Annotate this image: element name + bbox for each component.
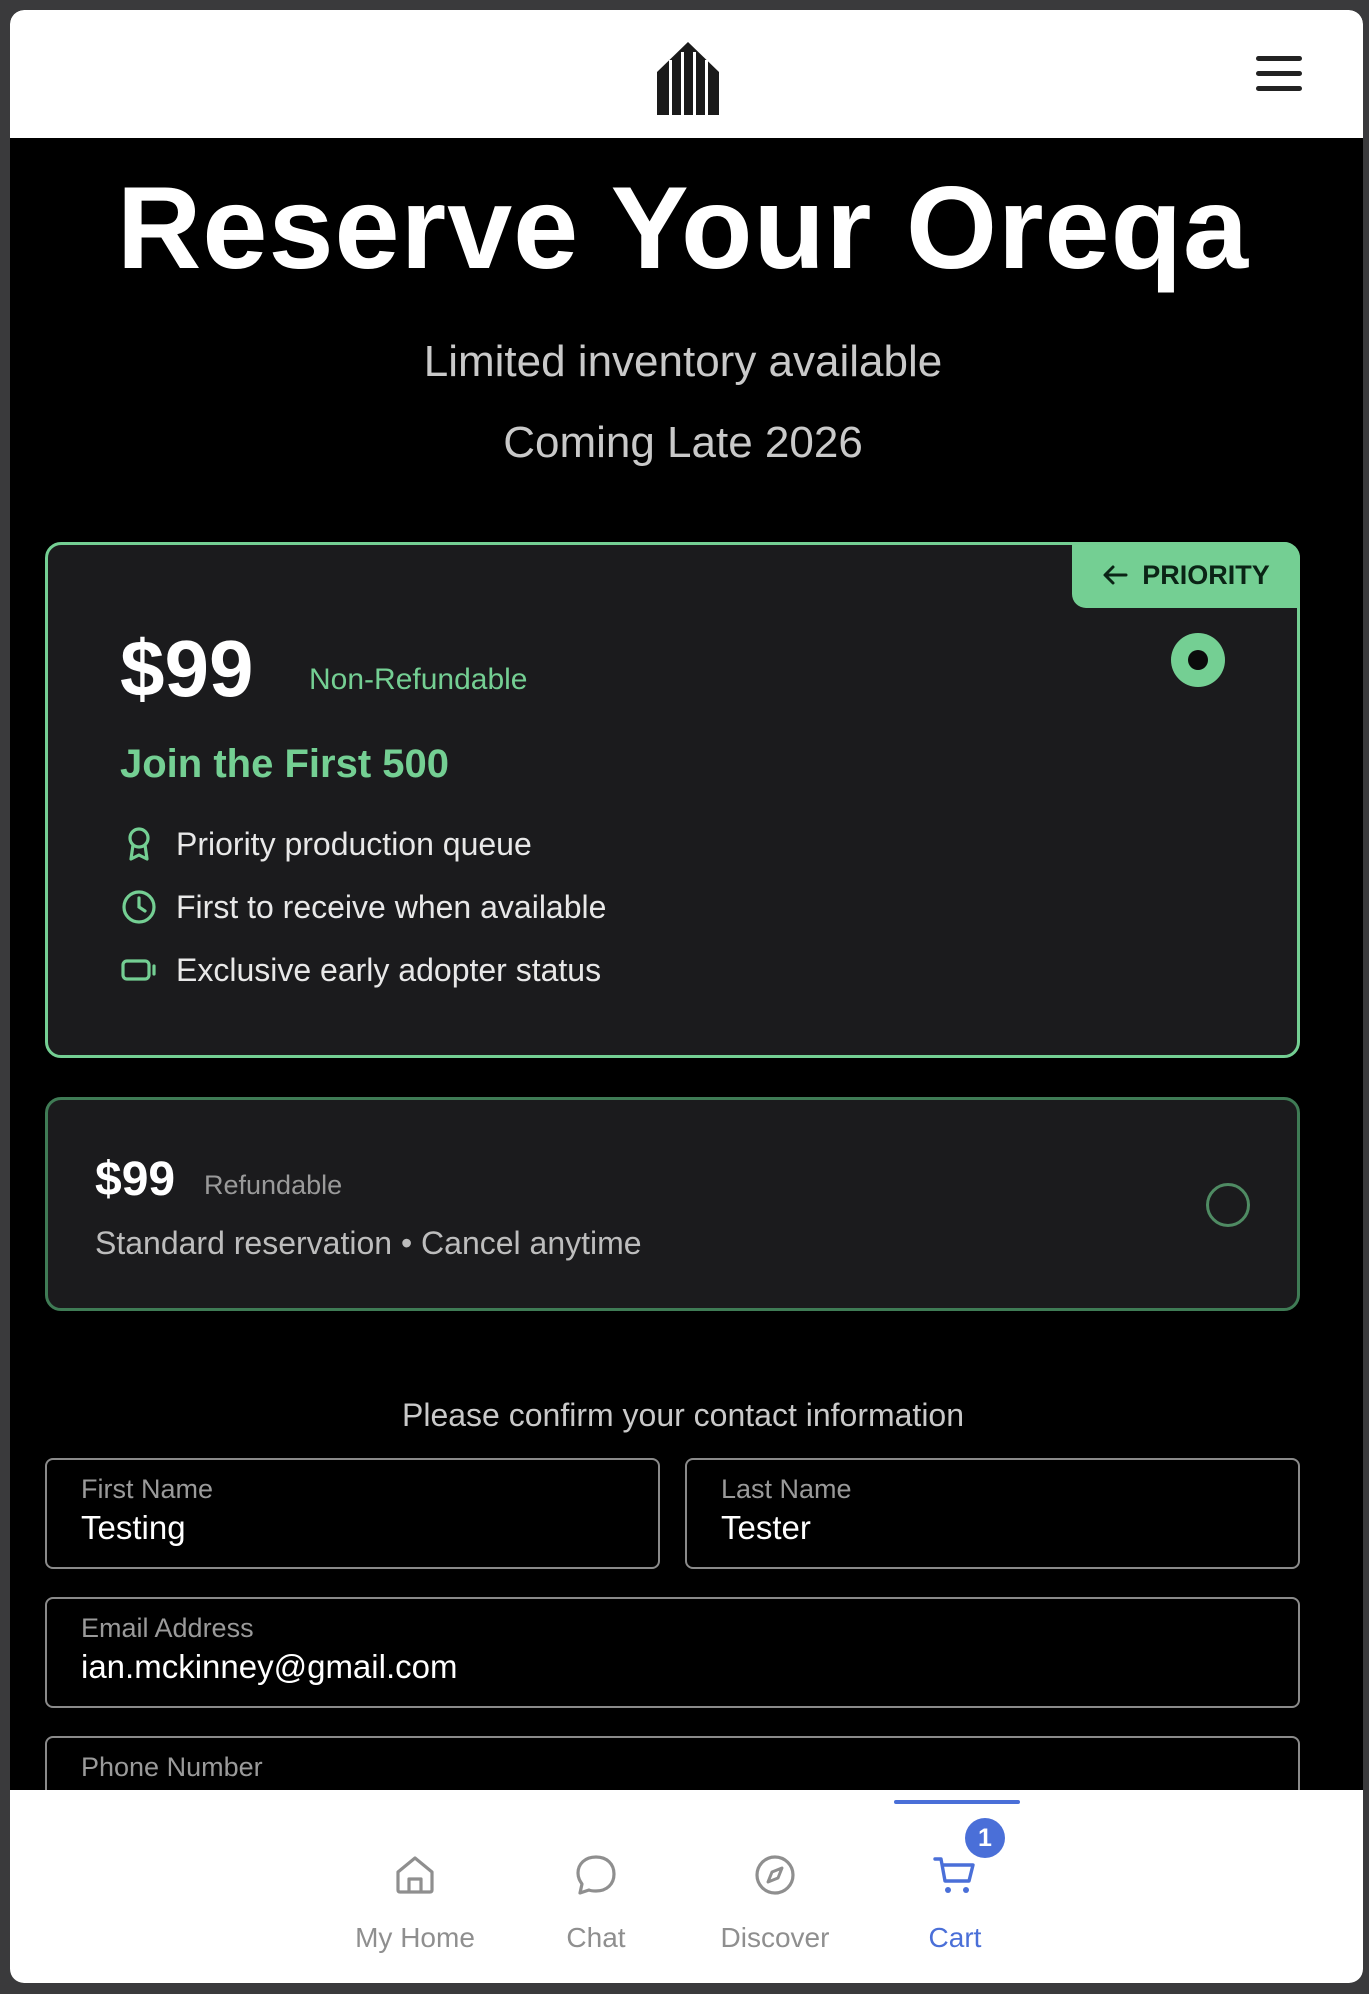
nav-item-cart[interactable]: Cart bbox=[880, 1790, 1030, 1983]
standard-radio-unselected[interactable] bbox=[1206, 1183, 1250, 1227]
house-logo-icon[interactable] bbox=[655, 40, 721, 115]
last-name-field[interactable]: Last Name bbox=[685, 1458, 1300, 1569]
feature-item: Exclusive early adopter status bbox=[120, 951, 601, 989]
priority-radio-selected[interactable] bbox=[1171, 633, 1225, 687]
feature-text: First to receive when available bbox=[176, 888, 607, 925]
home-icon bbox=[396, 1856, 434, 1894]
nav-label: My Home bbox=[355, 1922, 475, 1953]
chat-bubble-icon bbox=[576, 1855, 616, 1895]
feature-text: Priority production queue bbox=[176, 825, 532, 862]
standard-price: $99 bbox=[95, 1153, 176, 1206]
cart-icon bbox=[933, 1857, 975, 1893]
email-field[interactable]: Email Address bbox=[45, 1597, 1300, 1708]
nav-label: Cart bbox=[928, 1922, 982, 1953]
clock-icon bbox=[120, 888, 158, 926]
bottom-nav: My Home Chat Discover Cart 1 bbox=[10, 1790, 1363, 1983]
nav-label: Discover bbox=[720, 1922, 830, 1953]
top-bar bbox=[10, 10, 1363, 138]
priority-refund-note: Non-Refundable bbox=[309, 663, 528, 696]
arrow-left-icon bbox=[1103, 565, 1128, 585]
hamburger-menu-icon[interactable] bbox=[1256, 56, 1302, 98]
email-input[interactable] bbox=[81, 1648, 1264, 1686]
first-name-label: First Name bbox=[81, 1474, 214, 1504]
contact-form-prompt: Please confirm your contact information bbox=[401, 1397, 965, 1433]
standard-option-card[interactable]: $99 Refundable Standard reservation • Ca… bbox=[45, 1097, 1300, 1311]
email-label: Email Address bbox=[81, 1613, 254, 1643]
phone-label: Phone Number bbox=[81, 1752, 263, 1782]
compass-icon bbox=[755, 1855, 795, 1895]
award-ribbon-icon bbox=[120, 825, 158, 863]
priority-price: $99 bbox=[120, 624, 254, 713]
release-subtitle: Coming Late 2026 bbox=[503, 418, 863, 467]
standard-refund-note: Refundable bbox=[204, 1170, 343, 1200]
nav-label: Chat bbox=[566, 1922, 626, 1953]
app-frame: Reserve Your Oreqa Limited inventory ava… bbox=[10, 10, 1363, 1983]
priority-tag: PRIORITY bbox=[1072, 542, 1300, 608]
first-name-input[interactable] bbox=[81, 1509, 624, 1547]
priority-tag-label: PRIORITY bbox=[1142, 559, 1270, 590]
priority-option-card[interactable]: PRIORITY $99 Non-Refundable Join the Fir… bbox=[45, 542, 1300, 1058]
nav-item-my-home[interactable]: My Home bbox=[340, 1790, 490, 1983]
last-name-input[interactable] bbox=[721, 1509, 1264, 1547]
cart-count-badge: 1 bbox=[965, 1818, 1005, 1858]
feature-item: Priority production queue bbox=[120, 825, 532, 863]
first-name-field[interactable]: First Name bbox=[45, 1458, 660, 1569]
feature-item: First to receive when available bbox=[120, 888, 606, 926]
page-title: Reserve Your Oreqa bbox=[116, 162, 1250, 293]
nav-item-discover[interactable]: Discover bbox=[700, 1790, 850, 1983]
inventory-subtitle: Limited inventory available bbox=[423, 337, 943, 386]
standard-description: Standard reservation • Cancel anytime bbox=[95, 1225, 642, 1261]
last-name-label: Last Name bbox=[721, 1474, 852, 1504]
priority-heading: Join the First 500 bbox=[120, 742, 449, 786]
feature-text: Exclusive early adopter status bbox=[176, 951, 602, 988]
nav-item-chat[interactable]: Chat bbox=[521, 1790, 671, 1983]
badge-icon bbox=[120, 951, 158, 989]
